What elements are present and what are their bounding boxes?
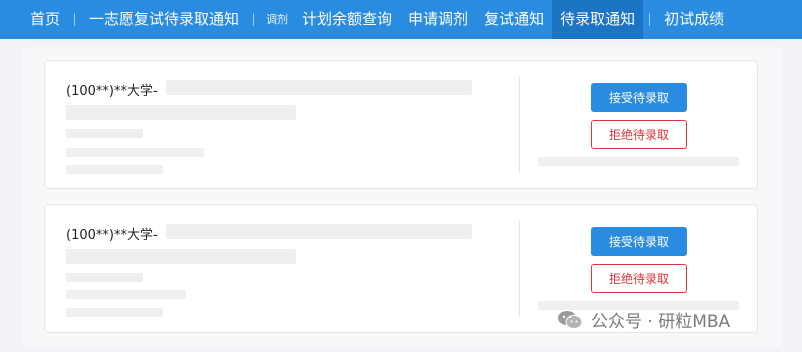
nav-adjustment[interactable]: 调剂 (260, 0, 294, 39)
redacted-placeholder (66, 290, 186, 299)
reject-admission-button[interactable]: 拒绝待录取 (591, 120, 687, 149)
watermark-text: 公众号 · 研粒MBA (591, 312, 731, 332)
admission-card: (100**)**大学- 接受待录取 拒绝待录取 (44, 60, 758, 189)
nav-plan-balance-query[interactable]: 计划余额查询 (294, 0, 400, 39)
school-name: (100**)**大学- (66, 84, 158, 99)
content-area: (100**)**大学- 接受待录取 拒绝待录取 (100**)**大学- 接受… (22, 47, 782, 347)
nav-pending-admission-notice[interactable]: 待录取通知 (552, 0, 644, 39)
accept-admission-button[interactable]: 接受待录取 (591, 83, 687, 112)
nav-apply-adjustment[interactable]: 申请调剂 (400, 0, 476, 39)
redacted-placeholder (538, 157, 739, 166)
watermark: 公众号 · 研粒MBA (557, 307, 730, 332)
redacted-placeholder (166, 80, 472, 95)
nav-home[interactable]: 首页 (22, 0, 68, 39)
redacted-placeholder (66, 148, 204, 157)
card-divider (519, 77, 520, 173)
top-nav: 首页 一志愿复试待录取通知 调剂 计划余额查询 申请调剂 复试通知 待录取通知 … (0, 0, 802, 39)
redacted-placeholder (66, 165, 163, 174)
nav-preliminary-scores[interactable]: 初试成绩 (656, 0, 732, 39)
redacted-placeholder (166, 224, 472, 239)
redacted-placeholder (66, 249, 296, 264)
nav-first-choice-retest-notice[interactable]: 一志愿复试待录取通知 (81, 0, 247, 39)
accept-admission-button[interactable]: 接受待录取 (591, 227, 687, 256)
reject-admission-button[interactable]: 拒绝待录取 (591, 264, 687, 293)
redacted-placeholder (66, 129, 143, 138)
nav-retest-notice[interactable]: 复试通知 (476, 0, 552, 39)
card-divider (519, 221, 520, 317)
redacted-placeholder (66, 308, 163, 317)
redacted-placeholder (66, 105, 296, 120)
nav-separator (253, 13, 255, 26)
wechat-icon (558, 310, 583, 329)
nav-separator (649, 13, 651, 26)
redacted-placeholder (66, 273, 143, 282)
school-name: (100**)**大学- (66, 228, 158, 243)
nav-separator (74, 13, 76, 26)
